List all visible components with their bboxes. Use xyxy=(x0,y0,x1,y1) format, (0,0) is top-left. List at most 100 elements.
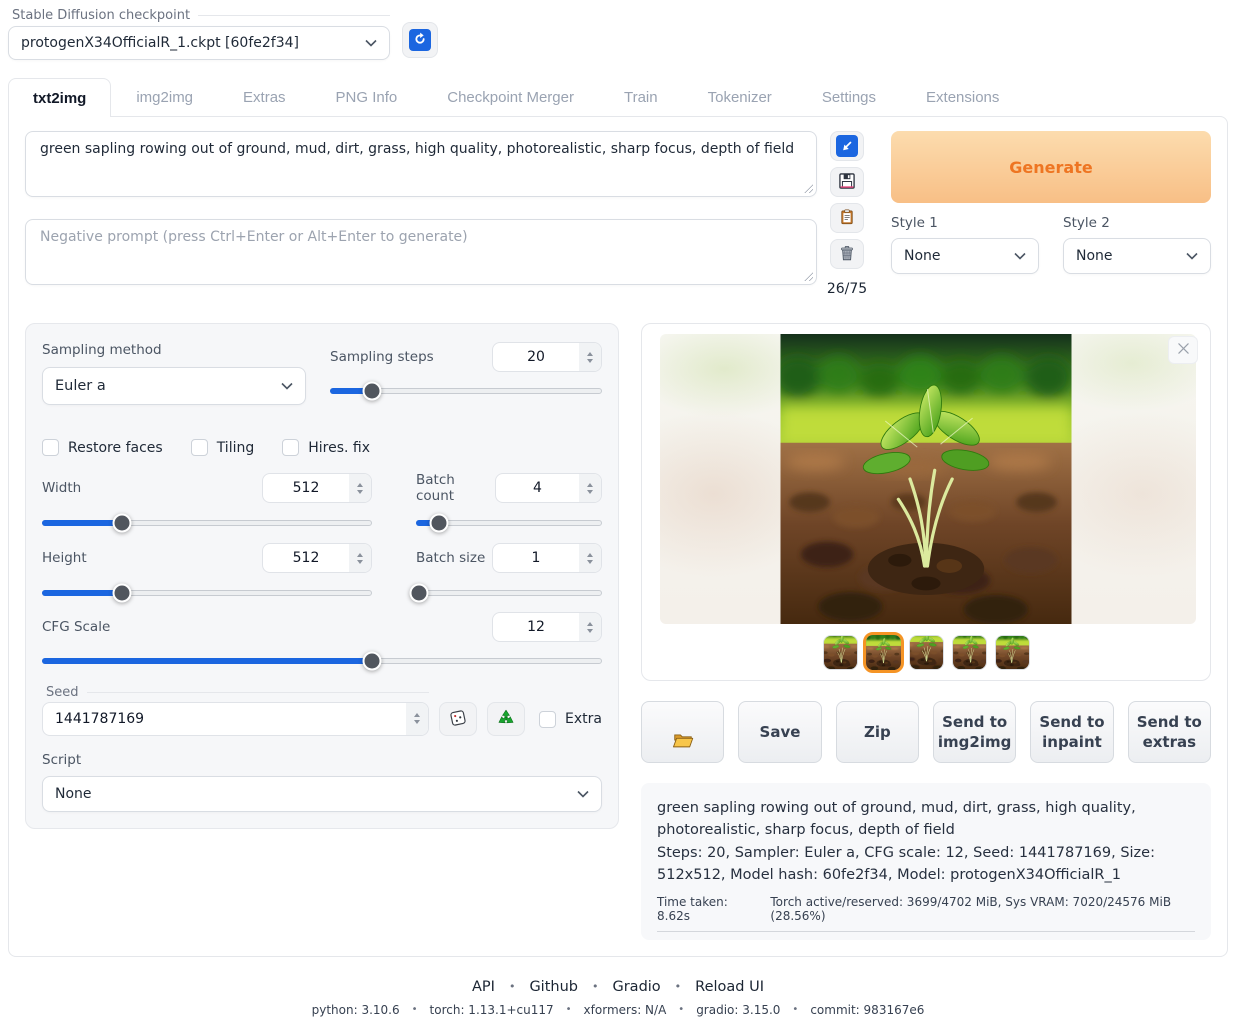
stepper-arrows[interactable] xyxy=(349,544,371,572)
tab-train[interactable]: Train xyxy=(599,78,683,116)
recycle-icon xyxy=(496,708,516,731)
gallery-thumbnail-5[interactable] xyxy=(995,635,1030,670)
batch-count-input[interactable]: 4 xyxy=(495,473,602,503)
trash-icon xyxy=(838,243,856,266)
seed-input[interactable]: 1441787169 xyxy=(42,702,429,736)
tab-settings[interactable]: Settings xyxy=(797,78,901,116)
clear-prompt-button[interactable] xyxy=(830,239,864,269)
gallery-thumbnail-1[interactable] xyxy=(823,635,858,670)
random-seed-button[interactable] xyxy=(439,702,477,736)
slider-knob[interactable] xyxy=(112,584,131,603)
sampling-steps-slider[interactable] xyxy=(330,388,602,394)
prompt-input[interactable]: green sapling rowing out of ground, mud,… xyxy=(26,132,816,192)
cfg-scale-label: CFG Scale xyxy=(42,619,110,635)
style2-value: None xyxy=(1076,248,1113,264)
batch-size-slider[interactable] xyxy=(416,590,602,596)
cfg-scale-value: 12 xyxy=(493,613,579,641)
send-to-extras-button[interactable]: Send to extras xyxy=(1128,701,1211,763)
tab-tokenizer[interactable]: Tokenizer xyxy=(683,78,797,116)
generate-button[interactable]: Generate xyxy=(891,131,1211,203)
batch-size-input[interactable]: 1 xyxy=(492,543,602,573)
style2-label: Style 2 xyxy=(1063,215,1211,231)
width-label: Width xyxy=(42,480,81,496)
prompt-field-wrap: green sapling rowing out of ground, mud,… xyxy=(25,131,817,197)
width-input[interactable]: 512 xyxy=(262,473,372,503)
tab-extensions[interactable]: Extensions xyxy=(901,78,1024,116)
save-button[interactable]: Save xyxy=(738,701,821,763)
slider-knob[interactable] xyxy=(363,652,382,671)
info-vram: Torch active/reserved: 3699/4702 MiB, Sy… xyxy=(770,895,1195,923)
generated-image[interactable] xyxy=(781,334,1072,624)
cfg-scale-slider[interactable] xyxy=(42,658,602,664)
slider-knob[interactable] xyxy=(362,382,381,401)
prompt-tools-column: 26/75 xyxy=(829,131,865,297)
gallery-thumbnail-2-selected[interactable] xyxy=(863,632,904,673)
output-actions: Save Zip Send to img2img Send to inpaint… xyxy=(641,701,1211,763)
tab-img2img[interactable]: img2img xyxy=(111,78,218,116)
script-select[interactable]: None xyxy=(42,776,602,812)
generation-params-panel: Sampling method Euler a Sampling steps 2… xyxy=(25,323,619,829)
height-slider[interactable] xyxy=(42,590,372,596)
slider-knob[interactable] xyxy=(409,584,428,603)
style2-select[interactable]: None xyxy=(1063,238,1211,274)
main-tabs: txt2img img2img Extras PNG Info Checkpoi… xyxy=(0,78,1236,116)
prompt-column: green sapling rowing out of ground, mud,… xyxy=(25,131,817,285)
width-slider[interactable] xyxy=(42,520,372,526)
footer-link-github[interactable]: Github xyxy=(529,979,578,995)
open-folder-button[interactable] xyxy=(641,701,724,763)
tab-checkpoint-merger[interactable]: Checkpoint Merger xyxy=(422,78,599,116)
version-info: python: 3.10.6• torch: 1.13.1+cu117• xfo… xyxy=(0,1003,1236,1017)
stepper-arrows[interactable] xyxy=(406,703,428,735)
paste-button[interactable] xyxy=(830,203,864,233)
stepper-arrows[interactable] xyxy=(579,343,601,371)
close-gallery-button[interactable] xyxy=(1168,336,1198,364)
save-style-button[interactable] xyxy=(830,167,864,197)
sampling-method-select[interactable]: Euler a xyxy=(42,367,306,405)
send-to-inpaint-button[interactable]: Send to inpaint xyxy=(1030,701,1113,763)
slider-knob[interactable] xyxy=(112,514,131,533)
stepper-arrows[interactable] xyxy=(579,474,601,502)
sampling-method-label: Sampling method xyxy=(42,342,306,358)
batch-count-slider[interactable] xyxy=(416,520,602,526)
negative-prompt-input[interactable] xyxy=(26,220,816,280)
tiling-checkbox[interactable]: Tiling xyxy=(191,439,255,456)
footer-link-api[interactable]: API xyxy=(472,979,495,995)
footer-link-reload-ui[interactable]: Reload UI xyxy=(695,979,764,995)
reuse-seed-button[interactable] xyxy=(487,702,525,736)
txt2img-panel: green sapling rowing out of ground, mud,… xyxy=(8,116,1228,957)
style1-value: None xyxy=(904,248,941,264)
stepper-arrows[interactable] xyxy=(349,474,371,502)
checkpoint-label: Stable Diffusion checkpoint xyxy=(12,8,190,23)
tab-extras[interactable]: Extras xyxy=(218,78,311,116)
checkpoint-select[interactable]: protogenX34OfficialR_1.ckpt [60fe2f34] xyxy=(8,26,390,60)
thumbnail-strip xyxy=(642,635,1210,670)
slider-knob[interactable] xyxy=(430,514,449,533)
dice-icon xyxy=(448,708,468,731)
read-params-button[interactable] xyxy=(830,131,864,161)
extra-seed-checkbox[interactable]: Extra xyxy=(539,711,602,728)
restore-faces-checkbox[interactable]: Restore faces xyxy=(42,439,163,456)
generate-column: Generate Style 1 None Style 2 None xyxy=(877,131,1211,274)
zip-button[interactable]: Zip xyxy=(836,701,919,763)
tab-png-info[interactable]: PNG Info xyxy=(311,78,423,116)
chevron-down-icon xyxy=(1186,252,1198,260)
gallery-thumbnail-4[interactable] xyxy=(952,635,987,670)
style1-select[interactable]: None xyxy=(891,238,1039,274)
restore-faces-label: Restore faces xyxy=(68,440,163,456)
batch-count-label: Batch count xyxy=(416,472,495,504)
send-to-img2img-button[interactable]: Send to img2img xyxy=(933,701,1016,763)
footer-link-gradio[interactable]: Gradio xyxy=(612,979,660,995)
height-input[interactable]: 512 xyxy=(262,543,372,573)
gallery-thumbnail-3[interactable] xyxy=(909,635,944,670)
sampling-steps-value: 20 xyxy=(493,343,579,371)
sampling-steps-input[interactable]: 20 xyxy=(492,342,602,372)
batch-size-value: 1 xyxy=(493,544,579,572)
cfg-scale-input[interactable]: 12 xyxy=(492,612,602,642)
refresh-checkpoint-button[interactable] xyxy=(402,22,438,58)
stepper-arrows[interactable] xyxy=(579,613,601,641)
checkpoint-value: protogenX34OfficialR_1.ckpt [60fe2f34] xyxy=(21,35,299,51)
negative-prompt-field-wrap xyxy=(25,219,817,285)
stepper-arrows[interactable] xyxy=(579,544,601,572)
hires-fix-checkbox[interactable]: Hires. fix xyxy=(282,439,370,456)
tab-txt2img[interactable]: txt2img xyxy=(8,78,111,117)
